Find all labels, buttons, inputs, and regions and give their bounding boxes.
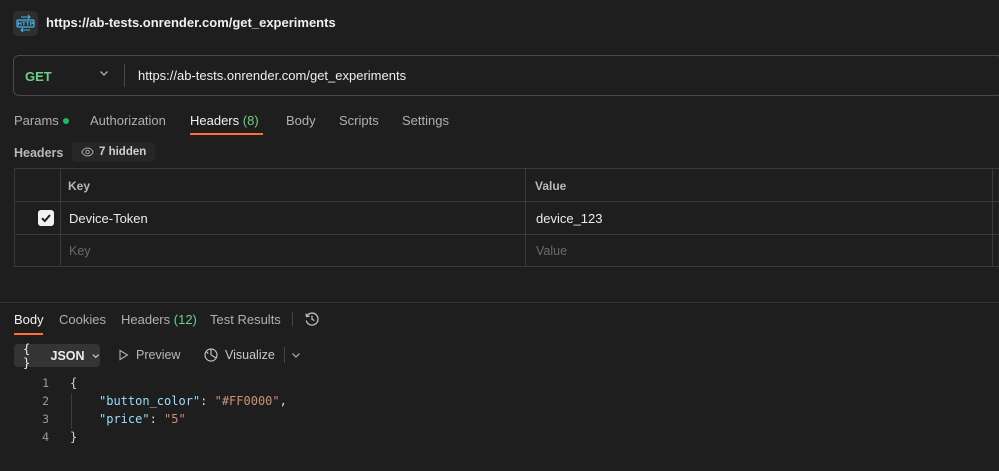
tab-label: Headers <box>121 312 171 327</box>
hidden-headers-toggle[interactable]: 7 hidden <box>72 142 156 162</box>
column-header-key: Key <box>68 179 91 193</box>
column-header-value: Value <box>535 179 567 193</box>
line-number: 3 <box>42 412 49 426</box>
format-label: JSON <box>50 348 85 363</box>
divider <box>284 347 285 363</box>
enable-checkbox[interactable] <box>38 210 54 226</box>
new-value-input[interactable]: Value <box>536 244 567 258</box>
chevron-down-icon <box>92 353 99 358</box>
format-select[interactable]: { } JSON <box>14 341 100 370</box>
column-divider <box>992 169 993 266</box>
table-header-row: Key Value <box>15 169 999 202</box>
method-select[interactable]: GET <box>25 69 52 84</box>
play-icon <box>119 349 129 361</box>
divider <box>292 312 293 326</box>
section-title: Headers <box>14 146 64 160</box>
tab-headers[interactable]: Headers (8) <box>190 113 259 128</box>
json-key: "button_color" <box>99 394 201 408</box>
json-value: "5" <box>164 412 186 426</box>
code-line: "price": "5" <box>99 412 186 426</box>
pane-divider[interactable] <box>0 302 999 303</box>
check-icon <box>41 214 51 223</box>
header-value-cell[interactable]: device_123 <box>536 211 603 226</box>
tab-response-headers[interactable]: Headers (12) <box>121 312 197 327</box>
column-divider <box>60 169 61 266</box>
tab-cookies[interactable]: Cookies <box>59 312 106 327</box>
json-key: "price" <box>99 412 150 426</box>
preview-label: Preview <box>136 348 181 362</box>
tab-response-body[interactable]: Body <box>14 312 44 327</box>
tab-settings[interactable]: Settings <box>402 113 449 128</box>
tab-count: (12) <box>173 312 197 327</box>
visualize-label: Visualize <box>225 348 275 362</box>
line-number: 4 <box>42 430 49 444</box>
url-bar: GET https://ab-tests.onrender.com/get_ex… <box>13 55 999 96</box>
tab-count: (8) <box>242 113 259 128</box>
headers-table: Key Value Device-Token device_123 Key Va… <box>14 168 999 267</box>
preview-button[interactable]: Preview <box>118 348 180 362</box>
active-tab-indicator <box>190 133 263 135</box>
code-close-brace: } <box>70 430 78 444</box>
svg-text:HTTP: HTTP <box>17 22 33 28</box>
tab-body[interactable]: Body <box>286 113 316 128</box>
line-number: 1 <box>42 376 49 390</box>
column-divider <box>525 169 526 266</box>
table-row: Device-Token device_123 <box>15 202 999 235</box>
code-open-brace: { <box>70 376 78 390</box>
tab-params[interactable]: Params <box>14 113 69 128</box>
table-row-empty: Key Value <box>15 235 999 268</box>
new-key-input[interactable]: Key <box>69 244 91 258</box>
chevron-down-icon[interactable] <box>98 67 110 79</box>
hidden-count: 7 hidden <box>99 146 147 158</box>
window-title: https://ab-tests.onrender.com/get_experi… <box>46 15 336 30</box>
tab-label: Headers <box>190 113 240 128</box>
json-value: "#FF0000" <box>214 394 280 408</box>
header-key-cell[interactable]: Device-Token <box>69 211 148 226</box>
tab-scripts[interactable]: Scripts <box>339 113 379 128</box>
http-icon: HTTP <box>13 11 38 36</box>
status-dot <box>62 117 69 124</box>
json-comma: , <box>279 394 287 408</box>
json-icon: { } <box>23 341 31 370</box>
tab-label: Params <box>14 113 59 128</box>
tab-authorization[interactable]: Authorization <box>90 113 166 128</box>
code-line: "button_color": "#FF0000", <box>99 394 287 408</box>
url-input[interactable]: https://ab-tests.onrender.com/get_experi… <box>138 68 406 83</box>
line-number: 2 <box>42 394 49 408</box>
visualize-icon <box>204 348 218 362</box>
eye-icon <box>81 147 94 157</box>
indent-guide <box>71 393 72 429</box>
divider <box>124 64 125 87</box>
history-icon[interactable] <box>304 311 320 327</box>
chevron-down-icon[interactable] <box>290 349 302 361</box>
active-tab-indicator <box>14 333 43 335</box>
visualize-button[interactable]: Visualize <box>203 347 275 363</box>
tab-test-results[interactable]: Test Results <box>210 312 281 327</box>
